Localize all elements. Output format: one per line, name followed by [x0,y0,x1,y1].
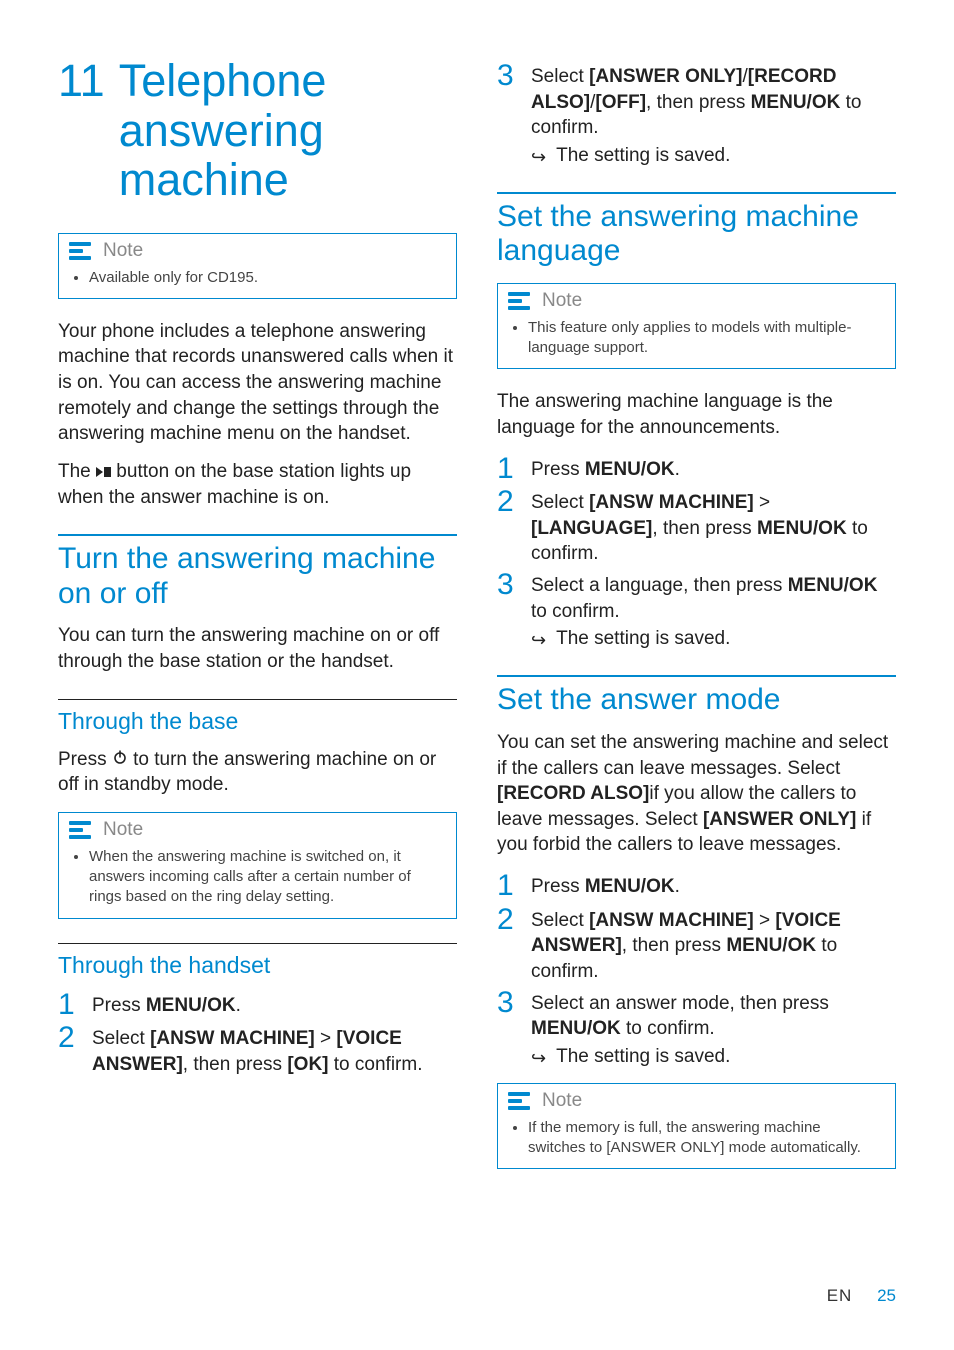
step-item: 2Select [ANSW MACHINE] > [LANGUAGE], the… [497,486,896,567]
footer-language: EN [827,1286,853,1305]
step-item: 2Select [ANSW MACHINE] > [VOICE ANSWER],… [497,904,896,985]
note-label: Note [542,1090,582,1112]
result-arrow-icon: ↪ [531,628,546,651]
note-box: Note When the answering machine is switc… [58,812,457,919]
result-line: ↪The setting is saved. [531,145,896,168]
subsection-base: Through the base [58,699,457,735]
section-heading-mode: Set the answer mode [497,675,896,718]
note-box: Note If the memory is full, the answerin… [497,1083,896,1170]
step-item: 1Press MENU/OK. [497,453,896,485]
result-arrow-icon: ↪ [531,1046,546,1069]
intro-paragraph: Your phone includes a telephone answerin… [58,319,457,447]
note-text: This feature only applies to models with… [528,318,881,359]
note-box: Note This feature only applies to models… [497,283,896,370]
step-list: 1Press MENU/OK. 2Select [ANSW MACHINE] >… [497,453,896,625]
result-line: ↪The setting is saved. [531,1046,896,1069]
step-list: 1Press MENU/OK. 2Select [ANSW MACHINE] >… [58,989,457,1078]
result-line: ↪The setting is saved. [531,628,896,651]
right-column: 3Select [ANSWER ONLY]/[RECORD ALSO]/[OFF… [497,56,896,1189]
intro-paragraph-2: The button on the base station lights up… [58,459,457,510]
step-item: 3Select [ANSWER ONLY]/[RECORD ALSO]/[OFF… [497,60,896,141]
note-text: When the answering machine is switched o… [89,847,442,908]
step-list: 1Press MENU/OK. 2Select [ANSW MACHINE] >… [497,870,896,1042]
chapter-number: 11 [58,56,105,205]
subsection-handset: Through the handset [58,943,457,979]
page-footer: EN 25 [827,1286,896,1306]
note-text: If the memory is full, the answering mac… [528,1118,881,1159]
note-icon [506,1090,532,1112]
step-item: 2Select [ANSW MACHINE] > [VOICE ANSWER],… [58,1022,457,1077]
note-box: Note Available only for CD195. [58,233,457,299]
step-item: 1Press MENU/OK. [58,989,457,1021]
note-label: Note [103,819,143,841]
step-item: 1Press MENU/OK. [497,870,896,902]
footer-page-number: 25 [877,1286,896,1305]
play-stop-icon [96,467,111,477]
note-icon [67,819,93,841]
note-icon [506,290,532,312]
left-column: 11 Telephone answering machine Note Avai… [58,56,457,1189]
step-list-continued: 3Select [ANSWER ONLY]/[RECORD ALSO]/[OFF… [497,60,896,141]
note-icon [67,240,93,262]
step-item: 3Select a language, then press MENU/OK t… [497,569,896,624]
section-body: The answering machine language is the la… [497,389,896,440]
section-body: You can set the answering machine and se… [497,730,896,858]
chapter-title: Telephone answering machine [119,56,457,205]
section-heading-onoff: Turn the answering machine on or off [58,534,457,611]
chapter-heading: 11 Telephone answering machine [58,56,457,205]
result-arrow-icon: ↪ [531,145,546,168]
power-icon [112,747,128,773]
step-item: 3Select an answer mode, then press MENU/… [497,987,896,1042]
note-label: Note [542,290,582,312]
section-body: You can turn the answering machine on or… [58,623,457,674]
note-label: Note [103,240,143,262]
subsection-body: Press to turn the answering machine on o… [58,747,457,798]
section-heading-language: Set the answering machine language [497,192,896,269]
note-text: Available only for CD195. [89,268,442,288]
